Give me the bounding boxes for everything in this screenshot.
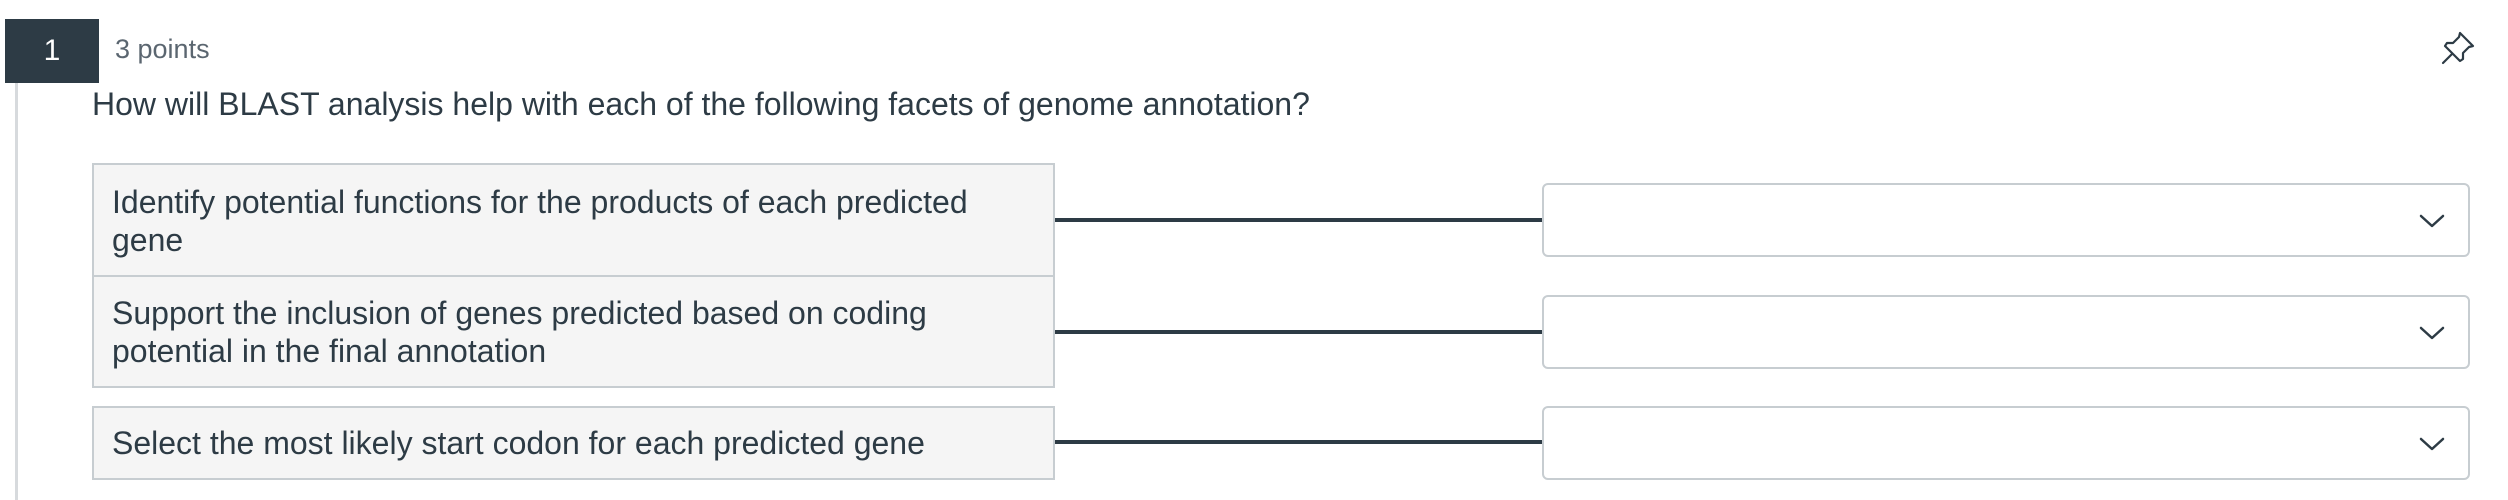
- question-left-rule: [15, 38, 18, 500]
- question-points: 3 points: [115, 34, 210, 64]
- chevron-down-icon: [2419, 437, 2445, 451]
- question-prompt: How will BLAST analysis help with each o…: [92, 86, 1310, 122]
- answer-dropdown[interactable]: [1542, 406, 2470, 480]
- match-prompt-label: Identify potential functions for the pro…: [92, 163, 1055, 278]
- match-row: Support the inclusion of genes predicted…: [92, 275, 2470, 390]
- chevron-down-icon: [2419, 326, 2445, 340]
- answer-dropdown[interactable]: [1542, 183, 2470, 257]
- match-prompt-label: Select the most likely start codon for e…: [92, 406, 1055, 480]
- question-number-badge: 1: [5, 19, 99, 83]
- match-row: Select the most likely start codon for e…: [92, 406, 2470, 480]
- answer-dropdown[interactable]: [1542, 295, 2470, 369]
- pin-icon[interactable]: [2440, 30, 2476, 66]
- match-prompt-label: Support the inclusion of genes predicted…: [92, 275, 1055, 388]
- match-row: Identify potential functions for the pro…: [92, 163, 2470, 278]
- chevron-down-icon: [2419, 214, 2445, 228]
